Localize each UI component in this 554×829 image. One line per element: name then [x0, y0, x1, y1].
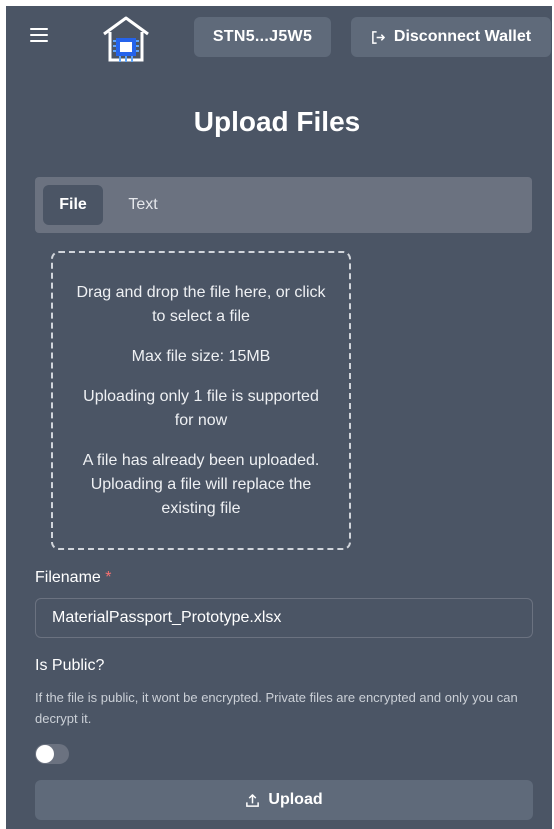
- dropzone-max-size: Max file size: 15MB: [131, 347, 271, 365]
- required-mark: *: [105, 569, 112, 586]
- disconnect-wallet-button[interactable]: Disconnect Wallet: [351, 17, 551, 57]
- logout-icon: [372, 30, 385, 44]
- wallet-address: STN5...J5W5: [212, 28, 313, 45]
- house-chip-logo[interactable]: [100, 14, 152, 64]
- filename-field[interactable]: [35, 598, 533, 638]
- tab-bar: File Text: [35, 177, 532, 233]
- dropzone-replace-note: A file has already been uploaded. Upload…: [82, 451, 320, 517]
- hamburger-menu-icon[interactable]: [30, 28, 48, 42]
- is-public-helper-text: If the file is public, it wont be encryp…: [35, 690, 518, 726]
- tab-file[interactable]: File: [43, 185, 103, 225]
- upload-label: Upload: [268, 791, 323, 808]
- dropzone-single-file-note: Uploading only 1 file is supported for n…: [83, 387, 319, 429]
- app-container: STN5...J5W5 Disconnect Wallet Upload Fil…: [6, 6, 552, 829]
- dropzone-instruction: Drag and drop the file here, or click to…: [76, 283, 326, 325]
- is-public-toggle[interactable]: [35, 744, 69, 764]
- disconnect-label: Disconnect Wallet: [393, 28, 532, 45]
- tab-text[interactable]: Text: [113, 185, 173, 225]
- wallet-address-button[interactable]: STN5...J5W5: [194, 17, 331, 57]
- upload-icon: [246, 793, 260, 807]
- upload-button[interactable]: Upload: [35, 780, 533, 820]
- is-public-label: Is Public?: [35, 657, 105, 674]
- header: STN5...J5W5 Disconnect Wallet: [6, 6, 552, 66]
- toggle-knob: [36, 745, 54, 763]
- page-title: Upload Files: [193, 106, 361, 137]
- file-dropzone[interactable]: Drag and drop the file here, or click to…: [51, 251, 351, 550]
- filename-label-text: Filename: [35, 569, 101, 586]
- filename-label: Filename *: [35, 569, 112, 587]
